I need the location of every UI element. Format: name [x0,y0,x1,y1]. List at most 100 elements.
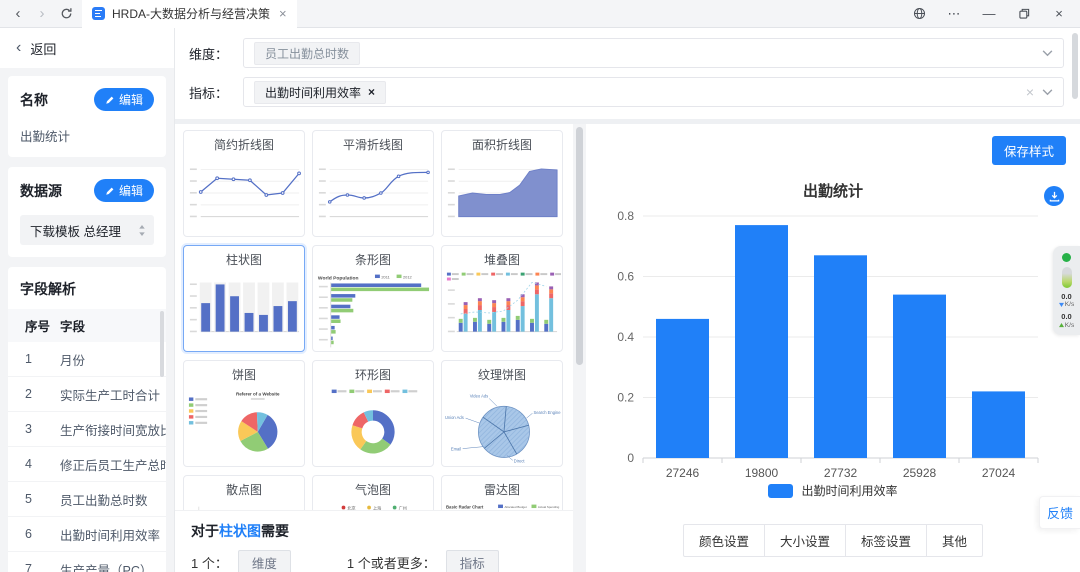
pencil-icon [105,186,115,196]
need2-label: 1 个或者更多： [347,553,436,572]
edit-name-button[interactable]: 编辑 [94,88,154,111]
chevron-down-icon [1042,50,1053,57]
bar-27246[interactable] [656,319,709,458]
field-row: 3生产衔接时间宽放比例 [8,412,166,447]
svg-text:0.2: 0.2 [617,391,634,405]
gallery-card-pie[interactable]: 饼图Referer of a Website [183,360,305,467]
name-card-title: 名称 [20,90,48,110]
datasource-select[interactable]: 下载模板 总经理 [20,215,154,245]
bubble-thumbnail: 北京上海广州 [313,499,433,510]
svg-text:Video Ads: Video Ads [470,393,489,398]
gallery-card-label: 散点图 [184,481,304,498]
bar-chart: 00.20.40.60.82724619800277322592827024 [586,208,1079,493]
gallery-card-bar-stacked[interactable]: 堆叠图 [441,245,563,352]
svg-text:Direct: Direct [514,458,526,463]
gallery-card-bar-horizontal[interactable]: 条形图 World Population 2011 2012 [312,245,434,352]
metric-tag[interactable]: 出勤时间利用效率 × [254,81,386,104]
restore-icon[interactable] [1016,6,1032,22]
gallery-card-bubble[interactable]: 气泡图北京上海广州 [312,475,434,510]
gallery-scrollbar[interactable] [573,124,586,572]
gallery-card-line-simple[interactable]: 简约折线图 [183,130,305,237]
page-scrollbar-thumb[interactable] [1072,33,1078,99]
minimize-icon[interactable]: — [981,6,997,22]
gallery-card-label: 环形图 [313,366,433,383]
svg-text:2012: 2012 [403,274,412,279]
browser-tab[interactable]: HRDA-大数据分析与经营决策 × [82,0,297,28]
gallery-scrollbar-thumb[interactable] [576,127,583,365]
svg-text:Allocated Budget: Allocated Budget [504,505,526,509]
bar-25928[interactable] [893,295,946,458]
more-menu-icon[interactable]: ⋯ [946,6,962,22]
upload-speed: 0.0 K/s [1059,313,1074,328]
net-speed-widget[interactable]: 0.0 K/s 0.0 K/s [1053,246,1080,335]
svg-text:World Population: World Population [318,276,359,282]
feedback-button[interactable]: 反馈 [1039,496,1080,529]
datasource-card: 数据源 编辑 下载模板 总经理 [8,167,166,257]
selected-chart-name: 柱状图 [219,523,261,539]
gallery-card-label: 简约折线图 [184,136,304,153]
gallery-card-label: 条形图 [313,251,433,268]
download-icon[interactable] [1044,186,1064,206]
svg-text:2011: 2011 [381,274,389,279]
color-settings-button[interactable]: 颜色设置 [683,524,765,557]
field-row: 7生产产量（PC） [8,552,166,572]
tab-close-icon[interactable]: × [279,6,287,21]
requirement-title: 对于柱状图需要 [191,521,557,541]
gallery-card-scatter[interactable]: 散点图 [183,475,305,510]
other-settings-button[interactable]: 其他 [926,524,983,557]
bar-19800[interactable] [735,225,788,458]
label-settings-button[interactable]: 标签设置 [845,524,927,557]
svg-text:27024: 27024 [982,466,1016,480]
bar-27024[interactable] [972,391,1025,458]
tab-favicon-icon [92,7,105,20]
gallery-card-bar[interactable]: 柱状图 [183,245,305,352]
gallery-card-radar[interactable]: 雷达图Basic Radar ChartAllocated BudgetActu… [441,475,563,510]
bar-horizontal-thumbnail: World Population 2011 2012 [313,269,433,351]
fields-card: 字段解析 序号 字段 1月份2实际生产工时合计3生产衔接时间宽放比例4修正后员工… [8,267,166,572]
back-icon[interactable]: ‹ [8,4,28,24]
edit-datasource-button[interactable]: 编辑 [94,179,154,202]
bar-stacked-thumbnail [442,269,562,351]
size-settings-button[interactable]: 大小设置 [764,524,846,557]
forward-icon[interactable]: › [32,4,52,24]
chevron-left-icon: ‹ [16,40,21,56]
need1-label: 1 个： [191,553,228,572]
gallery-card-label: 雷达图 [442,481,562,498]
svg-text:0.6: 0.6 [617,270,634,284]
back-link[interactable]: ‹ 返回 [0,28,174,68]
line-simple-thumbnail [184,154,304,236]
fields-scrollbar[interactable] [160,311,164,377]
chart-title: 出勤统计 [586,180,1080,201]
refresh-icon[interactable] [56,4,76,24]
donut-thumbnail [313,384,433,466]
back-label: 返回 [30,39,56,58]
remove-metric-icon[interactable]: × [368,85,375,99]
gallery-card-label: 气泡图 [313,481,433,498]
clear-metrics-icon[interactable]: × [1026,84,1034,100]
metric-select[interactable]: 出勤时间利用效率 × × [243,77,1064,107]
dimension-tag[interactable]: 员工出勤总时数 [254,42,360,65]
globe-icon[interactable] [911,6,927,22]
svg-text:Email: Email [451,447,461,452]
svg-text:27246: 27246 [666,466,700,480]
svg-text:27732: 27732 [824,466,858,480]
dimension-label: 维度： [189,44,233,63]
field-row: 6出勤时间利用效率 [8,517,166,552]
gallery-card-line-area[interactable]: 面积折线图 [441,130,563,237]
gallery-card-label: 平滑折线图 [313,136,433,153]
bar-27732[interactable] [814,255,867,458]
down-arrow-icon [1059,302,1064,307]
gallery-card-line-smooth[interactable]: 平滑折线图 [312,130,434,237]
field-row: 1月份 [8,342,166,377]
bar-thumbnail [184,269,304,351]
chart-legend[interactable]: 出勤时间利用效率 [586,482,1080,499]
save-style-button[interactable]: 保存样式 [992,136,1066,165]
gallery-card-label: 纹理饼图 [442,366,562,383]
datasource-selected-value: 下载模板 总经理 [30,221,121,240]
gallery-card-pie-textured[interactable]: 纹理饼图Video AdsUnion AdsEmailDirectSearch … [441,360,563,467]
close-window-icon[interactable]: × [1051,6,1067,22]
gallery-card-donut[interactable]: 环形图 [312,360,434,467]
dimension-select[interactable]: 员工出勤总时数 [243,38,1064,68]
left-sidebar: ‹ 返回 名称 编辑 出勤统计 数据源 编辑 [0,28,175,572]
requirement-panel: 对于柱状图需要 1 个： 维度 1 个或者更多： 指标 [175,510,573,572]
